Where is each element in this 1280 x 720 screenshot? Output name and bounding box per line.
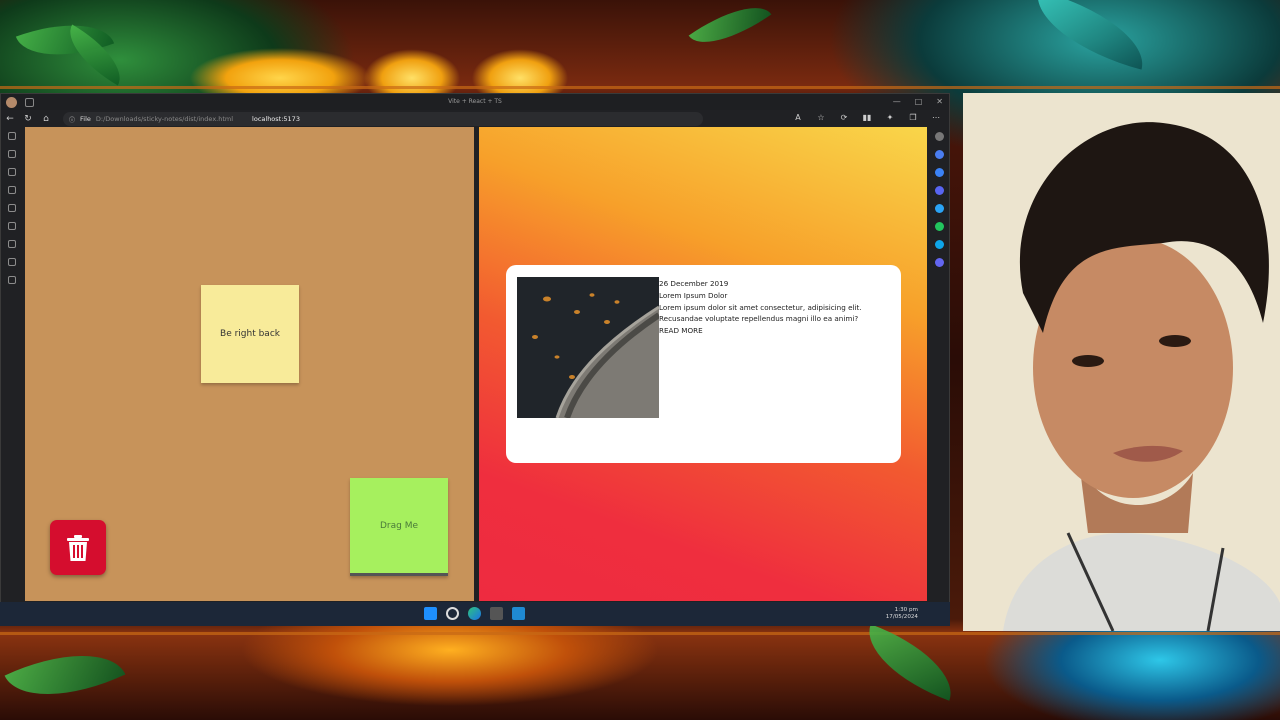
card-title: Lorem Ipsum Dolor bbox=[659, 290, 728, 300]
tab-icon[interactable] bbox=[8, 276, 16, 284]
toolbar-icons: A ☆ ⟳ ▮▮ ✦ ❐ ⋯ bbox=[793, 113, 941, 123]
workspaces-icon[interactable] bbox=[25, 97, 34, 107]
localhost-url: localhost:5173 bbox=[252, 115, 300, 123]
leaf-decoration bbox=[688, 0, 772, 61]
tab-icon[interactable] bbox=[8, 240, 16, 248]
tab-icon[interactable] bbox=[8, 204, 16, 212]
shelf-line-bottom bbox=[0, 632, 1280, 635]
leaf-decoration bbox=[855, 624, 965, 701]
blog-card-demo: 26 December 2019 Lorem Ipsum Dolor Lorem… bbox=[479, 127, 927, 601]
read-aloud-icon[interactable]: A bbox=[793, 113, 803, 123]
read-more-link[interactable]: READ MORE bbox=[659, 325, 889, 337]
clock-date: 17/05/2024 bbox=[885, 614, 918, 620]
back-icon[interactable]: ← bbox=[1, 114, 19, 124]
presenter-webcam bbox=[963, 93, 1280, 631]
leaves-on-pavement-image bbox=[517, 277, 659, 418]
collections-icon[interactable]: ❐ bbox=[908, 113, 918, 123]
file-path: D:/Downloads/sticky-notes/dist/index.htm… bbox=[95, 115, 234, 123]
edge-icon[interactable] bbox=[468, 607, 481, 620]
tab-icon[interactable] bbox=[8, 150, 16, 158]
tab-icon[interactable] bbox=[8, 186, 16, 194]
search-icon[interactable] bbox=[446, 607, 459, 620]
card-date: 26 December 2019 bbox=[659, 279, 729, 288]
sticky-notes-board: Be right back Drag Me bbox=[25, 127, 474, 601]
search-icon[interactable] bbox=[934, 132, 944, 141]
task-view-icon[interactable] bbox=[490, 607, 503, 620]
address-bar[interactable]: ⓘ File D:/Downloads/sticky-notes/dist/in… bbox=[63, 112, 703, 126]
window-controls: — □ ✕ bbox=[893, 97, 943, 106]
games-icon[interactable] bbox=[934, 204, 944, 213]
tab-icon[interactable] bbox=[8, 168, 16, 176]
windows-start-icon[interactable] bbox=[424, 607, 437, 620]
tab-icon[interactable] bbox=[8, 258, 16, 266]
more-menu-icon[interactable]: ⋯ bbox=[931, 113, 941, 123]
card-body: Lorem ipsum dolor sit amet consectetur, … bbox=[659, 302, 862, 324]
sidebar-rail bbox=[929, 128, 949, 601]
trash-icon bbox=[67, 534, 89, 561]
file-label: File bbox=[80, 115, 91, 123]
card-image bbox=[517, 277, 659, 418]
system-clock[interactable]: 1:30 pm 17/05/2024 bbox=[886, 607, 918, 621]
sticky-note-drag[interactable]: Drag Me bbox=[350, 478, 448, 576]
tab-icon[interactable] bbox=[8, 222, 16, 230]
home-icon[interactable]: ⌂ bbox=[37, 114, 55, 124]
vscode-icon[interactable] bbox=[512, 607, 525, 620]
presenter-photo bbox=[963, 93, 1280, 631]
browser-toolbar: ← ↻ ⌂ ⓘ File D:/Downloads/sticky-notes/d… bbox=[1, 110, 949, 128]
favorite-star-icon[interactable]: ☆ bbox=[816, 113, 826, 123]
maximize-button[interactable]: □ bbox=[915, 97, 923, 106]
messenger-icon[interactable] bbox=[934, 258, 944, 267]
tab-icon[interactable] bbox=[8, 132, 16, 140]
shelf-line-top bbox=[0, 86, 1280, 89]
profile-avatar[interactable] bbox=[6, 96, 17, 108]
leaf-decoration bbox=[1025, 0, 1155, 70]
outlook-icon[interactable] bbox=[934, 240, 944, 249]
close-button[interactable]: ✕ bbox=[936, 97, 943, 106]
title-bar: Vite + React + TS — □ ✕ bbox=[1, 94, 949, 110]
blog-card: 26 December 2019 Lorem Ipsum Dolor Lorem… bbox=[506, 265, 901, 463]
card-content: 26 December 2019 Lorem Ipsum Dolor Lorem… bbox=[659, 278, 889, 337]
window-title: Vite + React + TS bbox=[448, 98, 502, 105]
minimize-button[interactable]: — bbox=[893, 97, 901, 106]
extensions-icon[interactable]: ✦ bbox=[885, 113, 895, 123]
refresh-icon[interactable]: ↻ bbox=[19, 114, 37, 124]
split-screen-icon[interactable]: ▮▮ bbox=[862, 113, 872, 123]
office-icon[interactable] bbox=[934, 222, 944, 231]
info-icon: ⓘ bbox=[69, 116, 76, 124]
refresh-tab-icon[interactable]: ⟳ bbox=[839, 113, 849, 123]
tools-icon[interactable] bbox=[934, 186, 944, 195]
copilot-icon[interactable] bbox=[934, 150, 944, 159]
sticky-note[interactable]: Be right back bbox=[201, 285, 299, 383]
trash-button[interactable] bbox=[50, 520, 106, 575]
taskbar: 1:30 pm 17/05/2024 bbox=[0, 602, 950, 626]
clock-time: 1:30 pm bbox=[894, 607, 918, 613]
leaf-decoration bbox=[4, 629, 126, 720]
shopping-icon[interactable] bbox=[934, 168, 944, 177]
vertical-tab-rail bbox=[1, 128, 23, 601]
taskbar-apps bbox=[424, 607, 525, 620]
